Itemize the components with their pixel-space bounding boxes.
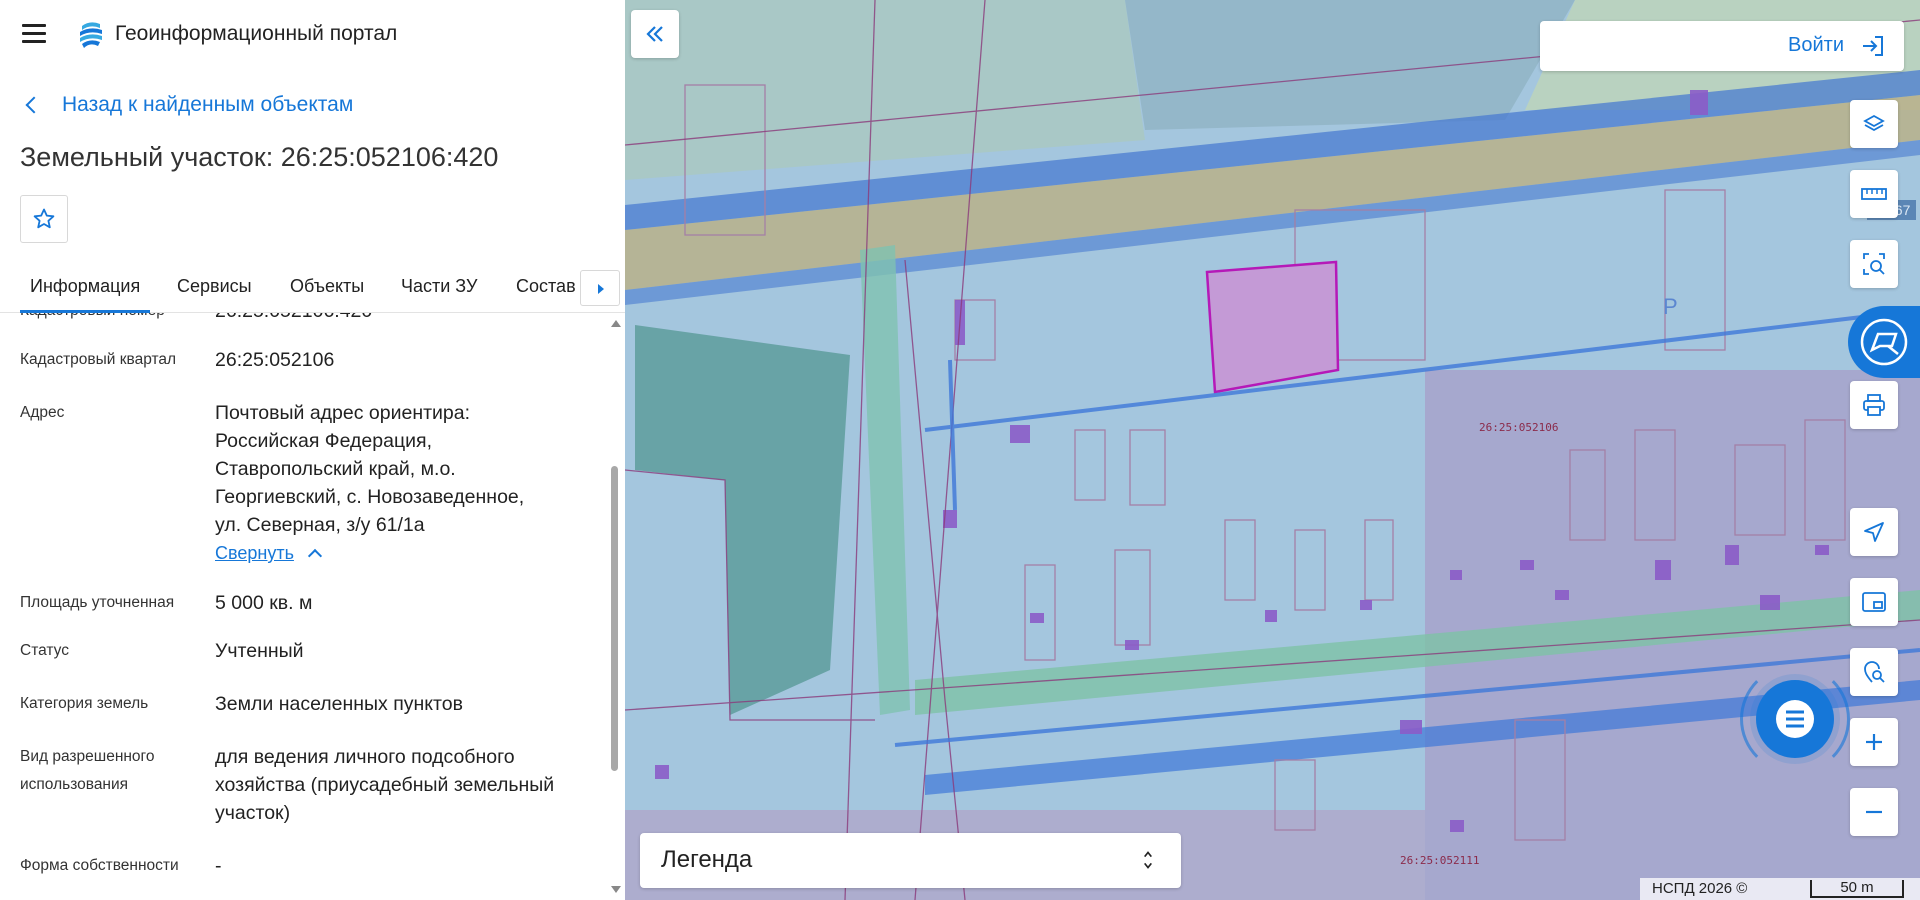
info-label: Площадь уточненная xyxy=(20,594,175,611)
picture-in-picture-icon xyxy=(1862,592,1886,612)
info-label: Категория земель xyxy=(20,695,149,712)
back-link-label: Назад к найденным объектам xyxy=(62,93,354,116)
chat-button[interactable] xyxy=(1756,680,1834,758)
collapse-link[interactable]: Свернуть xyxy=(215,539,600,567)
login-label: Войти xyxy=(1788,34,1844,56)
map-layers xyxy=(625,0,1920,900)
scroll-down-arrow-icon[interactable] xyxy=(611,886,621,893)
collapse-panel-button[interactable] xyxy=(631,10,679,58)
map-canvas[interactable]: А-167 Р 26:25:052106 26:25:052111 xyxy=(625,0,1920,900)
address-line: ул. Северная, з/у 61/1а xyxy=(215,514,425,536)
login-icon xyxy=(1863,36,1883,56)
tab-bar: Информация Сервисы Объекты Части ЗУ Сост… xyxy=(0,266,625,313)
info-list: Кадастровый номер 26:25:052106:420 Кадас… xyxy=(0,313,605,900)
scrollbar-thumb[interactable] xyxy=(611,466,618,771)
info-value: 26:25:052106:420 xyxy=(215,313,600,325)
quarter-label: 26:25:052111 xyxy=(1400,854,1480,867)
location-search-icon xyxy=(1864,661,1885,683)
login-button[interactable]: Войти xyxy=(1540,21,1904,71)
info-value: 26:25:052106 xyxy=(215,349,335,371)
chevron-up-icon xyxy=(307,548,323,564)
info-label: Форма собственности xyxy=(20,857,179,874)
info-label: Кадастровый номер xyxy=(20,313,195,325)
ruler-icon xyxy=(1861,188,1887,200)
value-line: для ведения личного подсобного xyxy=(215,746,515,768)
chat-icon xyxy=(1776,700,1814,738)
panel-header: Геоинформационный портал xyxy=(0,0,625,70)
chevron-left-icon xyxy=(25,96,43,114)
info-scrollbar[interactable] xyxy=(609,316,621,900)
star-icon xyxy=(33,208,55,229)
info-value: Почтовый адрес ориентира: Российская Фед… xyxy=(215,399,600,567)
address-line: Почтовый адрес ориентира: xyxy=(215,402,471,424)
info-value: 5 000 кв. м xyxy=(215,592,313,614)
tab-land-parts[interactable]: Части ЗУ xyxy=(401,276,477,297)
tab-information[interactable]: Информация xyxy=(19,276,151,313)
info-label: Вид разрешенного использования xyxy=(20,743,195,799)
tab-objects[interactable]: Объекты xyxy=(290,276,364,297)
address-line: Ставропольский край, м.о. xyxy=(215,458,456,480)
portal-logo-icon[interactable] xyxy=(76,20,104,50)
minus-icon xyxy=(1866,810,1882,814)
area-search-button[interactable] xyxy=(1850,240,1898,288)
minimap-button[interactable] xyxy=(1850,578,1898,626)
info-label: Кадастровый квартал xyxy=(20,351,177,368)
printer-icon xyxy=(1863,394,1885,416)
address-line: Георгиевский, с. Новозаведенное, xyxy=(215,486,525,508)
parking-label: Р xyxy=(1663,294,1678,319)
locate-button[interactable] xyxy=(1850,508,1898,556)
info-value: для ведения личного подсобного хозяйства… xyxy=(215,743,600,827)
object-title: Земельный участок: 26:25:052106:420 xyxy=(20,142,499,172)
menu-icon[interactable] xyxy=(22,24,46,44)
navigation-arrow-icon xyxy=(1864,522,1884,542)
back-to-results-link[interactable]: Назад к найденным объектам xyxy=(25,93,354,117)
layers-icon xyxy=(1863,114,1885,132)
tabs-scroll-right-button[interactable] xyxy=(580,270,620,306)
zoom-out-button[interactable] xyxy=(1850,788,1898,836)
collapse-label[interactable]: Свернуть xyxy=(215,543,294,563)
scroll-up-arrow-icon[interactable] xyxy=(611,320,621,327)
info-label: Адрес xyxy=(20,404,65,421)
measure-button[interactable] xyxy=(1850,170,1898,218)
attribution-text: НСПД 2026 © xyxy=(1652,880,1748,897)
scale-bar: 50 m xyxy=(1810,880,1904,898)
zoom-in-button[interactable] xyxy=(1850,718,1898,766)
double-chevron-left-icon xyxy=(646,26,663,42)
info-label: Статус xyxy=(20,642,69,659)
assistant-icon xyxy=(1860,318,1908,366)
value-line: хозяйства (приусадебный земельный xyxy=(215,774,555,796)
info-value: Учтенный xyxy=(215,640,304,662)
assistant-button[interactable] xyxy=(1848,306,1920,378)
address-line: Российская Федерация, xyxy=(215,430,433,452)
info-panel: Геоинформационный портал Назад к найденн… xyxy=(0,0,625,900)
layers-button[interactable] xyxy=(1850,100,1898,148)
plus-icon xyxy=(1866,734,1882,750)
print-button[interactable] xyxy=(1850,381,1898,429)
favorite-button[interactable] xyxy=(20,195,68,243)
tab-services[interactable]: Сервисы xyxy=(177,276,252,297)
info-value: Земли населенных пунктов xyxy=(215,693,463,715)
label-line: Вид разрешенного xyxy=(20,748,155,765)
legend-label: Легенда xyxy=(661,846,753,873)
info-value: - xyxy=(215,855,222,877)
expand-collapse-icon xyxy=(1144,851,1152,869)
app-title: Геоинформационный портал xyxy=(115,22,398,45)
map-attribution: НСПД 2026 © 50 m xyxy=(1640,878,1920,900)
value-line: участок) xyxy=(215,802,291,824)
quarter-label: 26:25:052106 xyxy=(1479,421,1559,434)
area-search-icon xyxy=(1863,253,1885,275)
legend-button[interactable]: Легенда xyxy=(640,833,1181,888)
geo-search-button[interactable] xyxy=(1850,648,1898,696)
tab-composition[interactable]: Состав xyxy=(516,276,576,297)
label-line: использования xyxy=(20,776,129,793)
